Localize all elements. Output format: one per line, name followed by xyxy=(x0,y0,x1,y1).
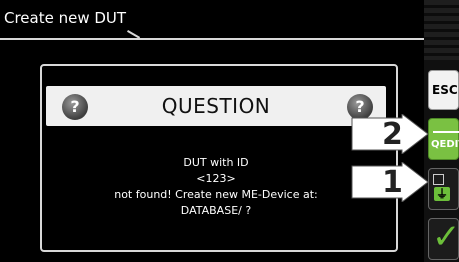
checkmark-icon: ✓ xyxy=(432,217,459,257)
title-bar: Create new DUT xyxy=(0,0,424,38)
esc-label: ESC xyxy=(432,83,458,97)
device-button[interactable]: ⏚ xyxy=(428,168,459,210)
dialog-message-line: DUT with ID xyxy=(183,156,249,169)
qedit-bar-icon xyxy=(433,131,459,133)
dialog-title: QUESTION xyxy=(161,94,271,118)
dialog-message-line: not found! Create new ME-Device at: xyxy=(114,188,318,201)
question-icon: ? xyxy=(62,94,88,120)
window-title: Create new DUT xyxy=(4,9,127,27)
dialog-message-line: <123> xyxy=(196,172,236,185)
callout-number: 2 xyxy=(382,117,403,152)
callout-number: 1 xyxy=(382,165,403,200)
title-divider xyxy=(140,38,424,40)
callout-arrow-1: 1 xyxy=(350,162,430,202)
confirm-button[interactable]: ✓ xyxy=(428,217,459,260)
esc-button[interactable]: ESC xyxy=(428,70,459,110)
ground-symbol-icon: ⏚ xyxy=(434,187,450,201)
title-underline xyxy=(0,38,140,40)
dialog-message-line: DATABASE/ ? xyxy=(180,204,252,217)
qedit-button[interactable]: QEDIT xyxy=(428,118,459,160)
callout-arrow-2: 2 xyxy=(350,114,430,154)
softkey-bar-stripes xyxy=(424,0,459,60)
device-icon xyxy=(433,174,444,185)
qedit-label: QEDIT xyxy=(431,139,459,150)
